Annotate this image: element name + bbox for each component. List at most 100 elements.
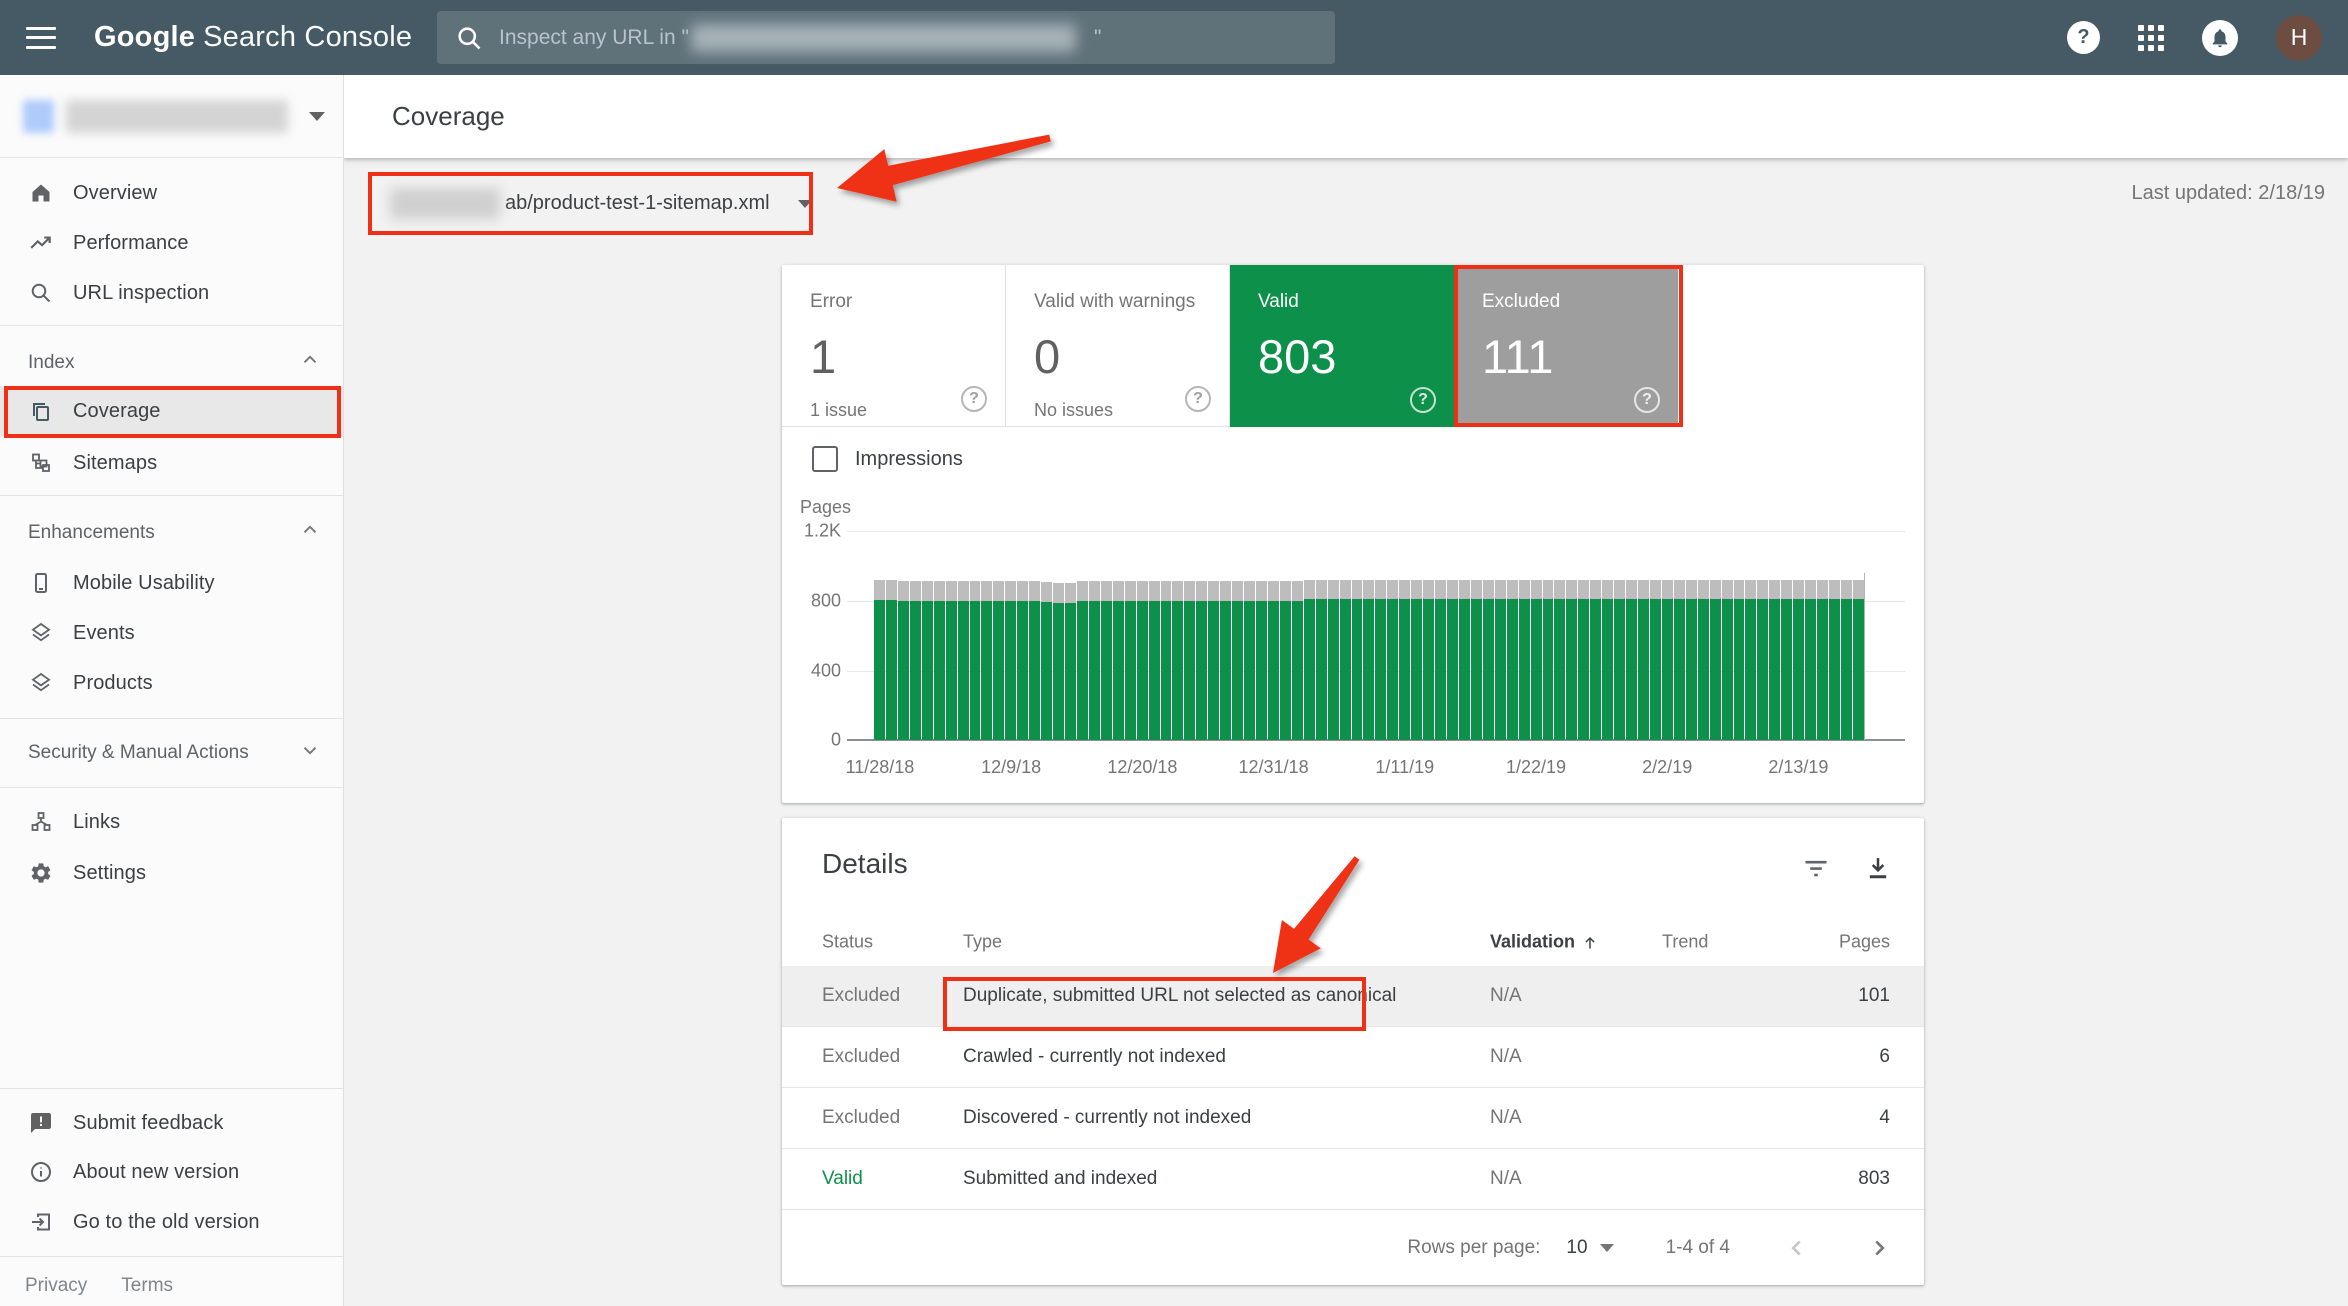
chart-bar: [1554, 580, 1565, 740]
page-title: Coverage: [392, 101, 505, 132]
bar-segment-excluded: [1626, 580, 1637, 600]
sitemap-filter-dropdown[interactable]: ab/product-test-1-sitemap.xml: [368, 172, 813, 235]
status-card-valid[interactable]: Valid 803 ?: [1230, 265, 1454, 427]
help-circle-icon[interactable]: ?: [961, 386, 987, 412]
sidebar-legal: Privacy Terms: [25, 1275, 173, 1297]
help-icon[interactable]: ?: [2067, 21, 2100, 54]
table-row[interactable]: Excluded Crawled - currently not indexed…: [782, 1027, 1924, 1088]
sidebar-item-coverage[interactable]: Coverage: [0, 386, 343, 437]
status-card-label: Valid with warnings: [1034, 291, 1229, 313]
impressions-toggle[interactable]: Impressions: [812, 446, 963, 472]
terms-link[interactable]: Terms: [121, 1275, 173, 1297]
sidebar-item-label: Go to the old version: [73, 1211, 260, 1234]
bar-segment-valid: [1674, 599, 1685, 740]
bar-segment-valid: [1304, 599, 1315, 740]
column-header-validation[interactable]: Validation: [1490, 932, 1599, 953]
bar-segment-excluded: [1328, 580, 1339, 600]
help-circle-icon[interactable]: ?: [1185, 386, 1211, 412]
sidebar-item-about-new-version[interactable]: About new version: [0, 1147, 343, 1197]
bar-segment-valid: [1829, 599, 1840, 740]
column-header-type[interactable]: Type: [963, 932, 1002, 953]
bar-segment-excluded: [1375, 580, 1386, 600]
sidebar-section-security[interactable]: Security & Manual Actions: [0, 733, 343, 773]
bar-segment-valid: [1459, 599, 1470, 740]
sidebar-item-mobile-usability[interactable]: Mobile Usability: [0, 558, 343, 608]
table-row[interactable]: Valid Submitted and indexed N/A 803: [782, 1149, 1924, 1210]
sidebar-item-go-old-version[interactable]: Go to the old version: [0, 1197, 343, 1247]
status-card-valid-warnings[interactable]: Valid with warnings 0 No issues ?: [1006, 265, 1230, 427]
bar-segment-valid: [1268, 601, 1279, 740]
sidebar-item-overview[interactable]: Overview: [0, 168, 343, 218]
status-card-value: 1: [810, 329, 1005, 384]
sidebar-item-products[interactable]: Products: [0, 658, 343, 708]
bar-segment-excluded: [1853, 580, 1864, 600]
notifications-bell-icon[interactable]: [2202, 20, 2238, 56]
layers-icon: [28, 670, 54, 696]
rows-per-page-value[interactable]: 10: [1566, 1237, 1587, 1259]
chart-bar: [1435, 580, 1446, 740]
chart-bar: [1340, 580, 1351, 740]
table-row[interactable]: Excluded Duplicate, submitted URL not se…: [782, 966, 1924, 1027]
help-circle-icon[interactable]: ?: [1634, 387, 1660, 413]
column-header-pages[interactable]: Pages: [1839, 932, 1890, 953]
sidebar-item-links[interactable]: Links: [0, 797, 343, 847]
impressions-checkbox[interactable]: [812, 446, 838, 472]
column-header-trend[interactable]: Trend: [1662, 932, 1708, 953]
bar-segment-excluded: [1399, 580, 1410, 600]
sidebar-item-events[interactable]: Events: [0, 608, 343, 658]
chart-bar: [1399, 580, 1410, 740]
chart-bar: [1208, 581, 1219, 740]
bar-segment-excluded: [1316, 580, 1327, 600]
sidebar-section-enhancements[interactable]: Enhancements: [0, 513, 343, 553]
status-card-excluded[interactable]: Excluded 111 ?: [1454, 265, 1678, 427]
property-favicon-blur: [23, 100, 54, 133]
bar-segment-valid: [1196, 601, 1207, 740]
sidebar-item-settings[interactable]: Settings: [0, 848, 343, 898]
sidebar-item-label: Events: [73, 622, 135, 645]
section-label: Security & Manual Actions: [28, 742, 249, 764]
download-icon[interactable]: [1864, 854, 1892, 882]
sidebar-item-sitemaps[interactable]: Sitemaps: [0, 438, 343, 488]
url-inspect-search-input[interactable]: Inspect any URL in " ": [437, 11, 1335, 64]
chart-bar: [1662, 580, 1673, 740]
bar-segment-excluded: [1745, 580, 1756, 600]
bar-segment-excluded: [970, 581, 981, 601]
content-area: ab/product-test-1-sitemap.xml Last updat…: [344, 158, 2348, 1306]
bar-segment-valid: [1495, 599, 1506, 740]
row-validation: N/A: [1490, 1168, 1522, 1190]
chart-bar: [1459, 580, 1470, 740]
previous-page-button[interactable]: [1782, 1233, 1812, 1263]
bar-segment-valid: [1101, 601, 1112, 740]
next-page-button[interactable]: [1864, 1233, 1894, 1263]
sidebar-section-index[interactable]: Index: [0, 343, 343, 383]
chevron-down-icon: [798, 200, 812, 208]
status-card-error[interactable]: Error 1 1 issue ?: [782, 265, 1006, 427]
sidebar-item-url-inspection[interactable]: URL inspection: [0, 268, 343, 318]
chart-bar: [1602, 580, 1613, 740]
row-validation: N/A: [1490, 985, 1522, 1007]
chart-bar: [993, 581, 1004, 740]
user-avatar[interactable]: H: [2276, 15, 2322, 61]
help-circle-icon[interactable]: ?: [1410, 387, 1436, 413]
chart-bar: [1531, 580, 1542, 740]
chevron-down-icon: [299, 739, 321, 767]
bar-segment-valid: [1698, 599, 1709, 740]
bar-segment-valid: [1734, 599, 1745, 740]
chart-bar: [1005, 581, 1016, 740]
property-selector[interactable]: [0, 75, 343, 158]
column-header-label: Validation: [1490, 932, 1575, 953]
bar-segment-excluded: [1017, 581, 1028, 601]
apps-grid-icon[interactable]: [2138, 25, 2164, 51]
chevron-down-icon: [309, 112, 325, 121]
status-card-value: 111: [1482, 329, 1678, 384]
privacy-link[interactable]: Privacy: [25, 1275, 87, 1297]
sidebar-item-submit-feedback[interactable]: Submit feedback: [0, 1098, 343, 1148]
sidebar-item-performance[interactable]: Performance: [0, 218, 343, 268]
bar-segment-excluded: [1268, 581, 1279, 601]
column-header-status[interactable]: Status: [822, 932, 873, 953]
table-row[interactable]: Excluded Discovered - currently not inde…: [782, 1088, 1924, 1149]
rows-per-page-dropdown-icon[interactable]: [1600, 1244, 1614, 1252]
filter-icon[interactable]: [1802, 854, 1830, 882]
sidebar-item-label: Links: [73, 811, 120, 834]
hamburger-menu-icon[interactable]: [26, 27, 56, 49]
